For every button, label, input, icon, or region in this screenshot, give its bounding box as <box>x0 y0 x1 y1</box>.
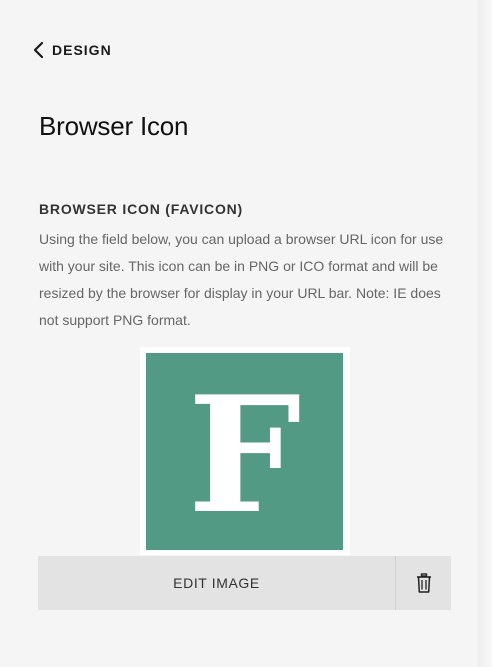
trash-icon <box>416 573 431 593</box>
settings-panel: DESIGN Browser Icon BROWSER ICON (FAVICO… <box>0 0 478 667</box>
delete-image-button[interactable] <box>396 556 451 610</box>
image-action-bar: EDIT IMAGE <box>38 556 451 610</box>
section-heading: BROWSER ICON (FAVICON) <box>39 201 244 217</box>
page-title: Browser Icon <box>39 111 189 141</box>
favicon-preview: F <box>140 347 350 555</box>
back-to-design-link[interactable]: DESIGN <box>32 40 112 60</box>
panel-edge-shadow <box>478 0 492 667</box>
favicon-image: F <box>146 353 343 550</box>
back-link-label: DESIGN <box>52 42 112 58</box>
chevron-left-icon <box>33 41 44 59</box>
section-description: Using the field below, you can upload a … <box>39 231 444 328</box>
edit-image-button[interactable]: EDIT IMAGE <box>38 556 395 610</box>
favicon-letter: F <box>187 360 302 549</box>
